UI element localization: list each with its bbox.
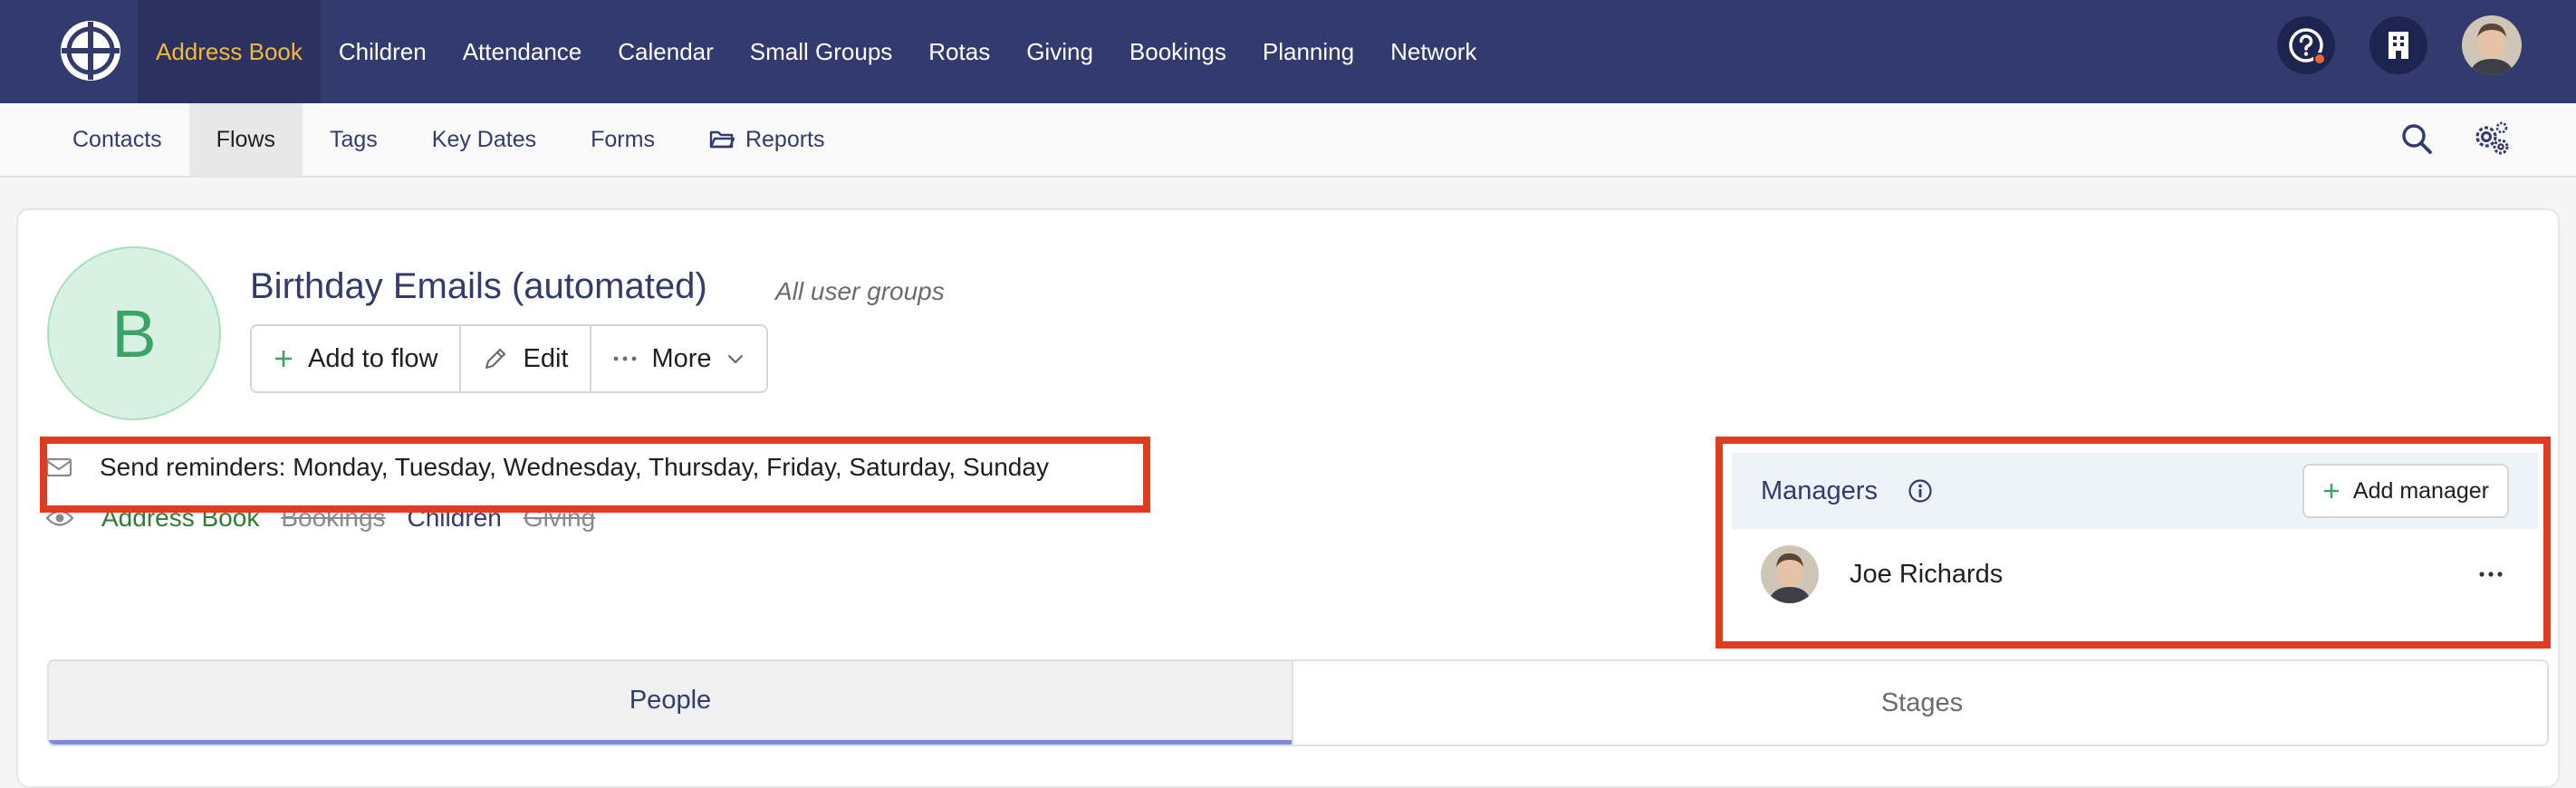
nav-item-rotas[interactable]: Rotas: [910, 0, 1008, 103]
top-navigation-bar: Address Book Children Attendance Calenda…: [0, 0, 2576, 103]
folder-icon: [709, 130, 735, 149]
logo-icon[interactable]: [58, 18, 123, 83]
settings-icon[interactable]: [2471, 119, 2511, 159]
nav-item-giving[interactable]: Giving: [1008, 0, 1111, 103]
nav-item-address-book[interactable]: Address Book: [138, 0, 321, 103]
nav-item-planning[interactable]: Planning: [1245, 0, 1372, 103]
nav-item-bookings[interactable]: Bookings: [1111, 0, 1245, 103]
nav-item-small-groups[interactable]: Small Groups: [732, 0, 911, 103]
add-manager-button[interactable]: Add manager: [2302, 464, 2509, 518]
tab-reports[interactable]: Reports: [682, 103, 852, 176]
user-avatar[interactable]: [2462, 15, 2522, 75]
tab-people[interactable]: People: [49, 661, 1292, 745]
sub-nav: Contacts Flows Tags Key Dates Forms Repo…: [45, 103, 852, 176]
nav-item-children[interactable]: Children: [321, 0, 445, 103]
ellipsis-icon: [614, 356, 637, 361]
chevron-down-icon: [727, 354, 743, 364]
tab-key-dates[interactable]: Key Dates: [405, 103, 563, 176]
manager-name: Joe Richards: [1850, 559, 2004, 589]
flow-action-group: Add to flow Edit More: [250, 324, 768, 393]
tab-tags[interactable]: Tags: [303, 103, 405, 176]
manager-options-button[interactable]: [2478, 554, 2504, 585]
plus-icon: [2323, 484, 2339, 498]
flow-avatar: B: [47, 246, 221, 420]
add-to-flow-button[interactable]: Add to flow: [252, 326, 460, 391]
nav-item-network[interactable]: Network: [1372, 0, 1495, 103]
info-icon[interactable]: [1908, 478, 1933, 504]
managers-header: Managers Add manager: [1732, 453, 2538, 529]
manager-row: Joe Richards: [1732, 529, 2538, 620]
plus-icon: [275, 351, 292, 367]
tab-reports-label: Reports: [745, 126, 825, 152]
nav-item-attendance[interactable]: Attendance: [445, 0, 601, 103]
reminders-highlight-box: [40, 437, 1150, 513]
add-manager-label: Add manager: [2352, 477, 2489, 504]
edit-button[interactable]: Edit: [459, 326, 591, 391]
nav-item-calendar[interactable]: Calendar: [600, 0, 732, 103]
organisation-button[interactable]: [2369, 16, 2427, 74]
pencil-icon: [485, 348, 506, 370]
flow-card: B Birthday Emails (automated) All user g…: [16, 208, 2560, 788]
ellipsis-icon: [2479, 572, 2503, 577]
sub-navigation-bar: Contacts Flows Tags Key Dates Forms Repo…: [0, 103, 2576, 178]
search-icon[interactable]: [2398, 120, 2435, 157]
managers-title: Managers: [1761, 476, 1878, 505]
nav-right-actions: [2277, 15, 2522, 75]
manager-avatar: [1761, 545, 1819, 603]
flow-title: Birthday Emails (automated): [250, 266, 707, 306]
tab-stages[interactable]: Stages: [1292, 661, 2547, 745]
tab-flows[interactable]: Flows: [188, 103, 303, 176]
flow-user-groups: All user groups: [775, 277, 945, 305]
tab-contacts[interactable]: Contacts: [45, 103, 189, 176]
notification-dot: [2313, 53, 2326, 65]
main-nav: Address Book Children Attendance Calenda…: [138, 0, 1495, 103]
sub-nav-right: [2398, 119, 2511, 159]
building-icon: [2389, 32, 2408, 59]
edit-label: Edit: [523, 343, 569, 373]
more-dropdown-button[interactable]: More: [590, 326, 766, 391]
help-button[interactable]: [2277, 16, 2335, 74]
tab-forms[interactable]: Forms: [563, 103, 682, 176]
more-label: More: [651, 343, 712, 373]
add-to-flow-label: Add to flow: [308, 343, 438, 373]
flow-tabs: People Stages: [47, 659, 2549, 746]
managers-panel: Managers Add manager Joe Richards: [1732, 453, 2538, 634]
